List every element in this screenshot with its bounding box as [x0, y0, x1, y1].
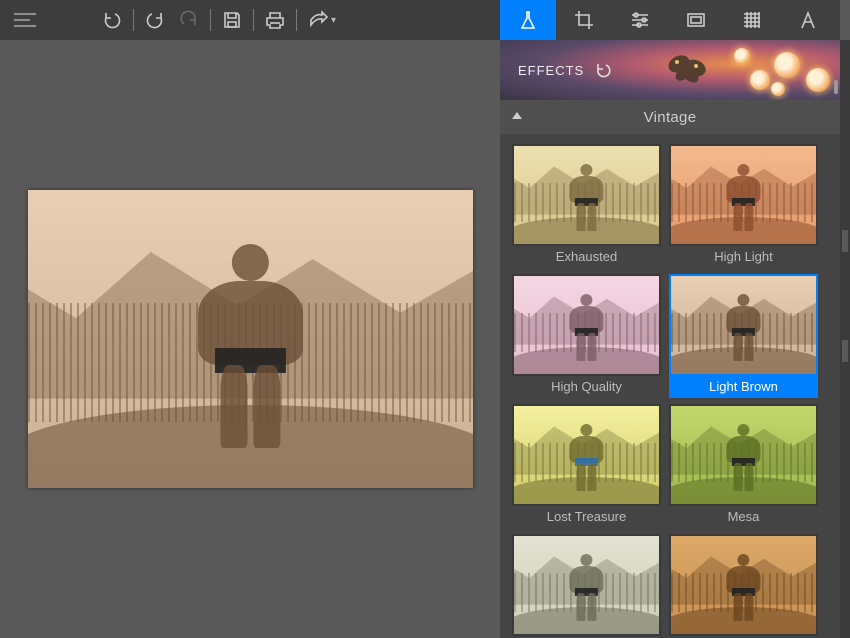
effect-thumbnail	[512, 534, 661, 636]
frame-icon	[685, 9, 707, 31]
effect-item-row6[interactable]	[512, 534, 661, 638]
effects-category-header[interactable]: Vintage	[500, 100, 840, 134]
effect-thumbnail	[669, 274, 818, 376]
canvas-area	[0, 40, 500, 638]
effect-thumbnail	[512, 274, 661, 376]
menu-button[interactable]	[0, 0, 50, 40]
effect-item-exhausted[interactable]: Exhausted	[512, 144, 661, 268]
tab-texture[interactable]	[724, 0, 780, 40]
effect-item-high-quality[interactable]: High Quality	[512, 274, 661, 398]
effects-reset-button[interactable]	[594, 62, 612, 78]
redo-forward-button[interactable]	[172, 0, 206, 40]
effect-thumbnail	[512, 404, 661, 506]
edge-tab[interactable]	[842, 230, 848, 252]
tab-text[interactable]	[780, 0, 836, 40]
canvas-image[interactable]	[28, 190, 473, 488]
effect-label: Light Brown	[669, 376, 818, 398]
image-content	[28, 190, 473, 488]
effect-thumbnail	[512, 144, 661, 246]
toolbar-separator	[253, 9, 254, 31]
panel-title: EFFECTS	[518, 63, 584, 78]
effect-item-lost-treasure[interactable]: Lost Treasure	[512, 404, 661, 528]
sliders-icon	[629, 9, 651, 31]
menu-icon	[14, 13, 36, 27]
blossom-decoration	[710, 40, 840, 100]
effect-label: High Quality	[512, 376, 661, 398]
edge-tab[interactable]	[842, 340, 848, 362]
crop-icon	[573, 9, 595, 31]
effects-panel: EFFECTS Vintage Exhausted High Light	[500, 40, 840, 638]
tab-frame[interactable]	[668, 0, 724, 40]
texture-icon	[741, 9, 763, 31]
panel-edge-tabs	[840, 40, 850, 638]
toolbar-separator	[210, 9, 211, 31]
effect-thumbnail	[669, 534, 818, 636]
effect-label: High Light	[669, 246, 818, 268]
main-toolbar: ▾	[0, 0, 500, 40]
collapse-triangle-icon	[512, 112, 522, 119]
effects-grid: Exhausted High Light High Quality Light Bro…	[512, 144, 818, 638]
effect-thumbnail	[669, 404, 818, 506]
scroll-indicator[interactable]	[834, 80, 838, 94]
effect-item-high-light[interactable]: High Light	[669, 144, 818, 268]
effect-thumbnail	[669, 144, 818, 246]
effect-item-row7[interactable]	[669, 534, 818, 638]
tab-adjust[interactable]	[612, 0, 668, 40]
flask-icon	[517, 9, 539, 31]
butterfly-decoration	[665, 50, 709, 86]
share-dropdown-caret[interactable]: ▾	[331, 15, 336, 26]
category-title: Vintage	[644, 109, 697, 126]
effects-banner: EFFECTS	[500, 40, 840, 100]
effect-item-light-brown[interactable]: Light Brown	[669, 274, 818, 398]
share-button[interactable]	[301, 0, 335, 40]
panel-tabs	[500, 0, 840, 40]
toolbar-separator	[133, 9, 134, 31]
redo-button[interactable]	[138, 0, 172, 40]
undo-button[interactable]	[95, 0, 129, 40]
effect-label: Mesa	[669, 506, 818, 528]
save-button[interactable]	[215, 0, 249, 40]
effect-item-mesa[interactable]: Mesa	[669, 404, 818, 528]
undo-icon	[594, 62, 612, 78]
effects-grid-scroll[interactable]: Exhausted High Light High Quality Light Bro…	[500, 134, 830, 638]
tab-crop[interactable]	[556, 0, 612, 40]
effect-label: Lost Treasure	[512, 506, 661, 528]
toolbar-separator	[296, 9, 297, 31]
print-button[interactable]	[258, 0, 292, 40]
tab-effects[interactable]	[500, 0, 556, 40]
text-icon	[797, 9, 819, 31]
effect-label: Exhausted	[512, 246, 661, 268]
